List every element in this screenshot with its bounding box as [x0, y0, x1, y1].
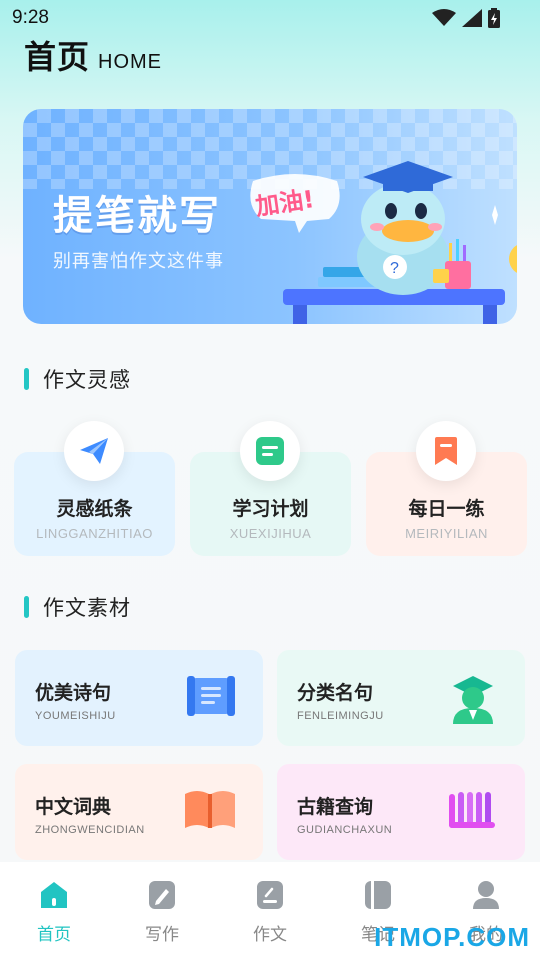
tab-essay[interactable]: 作文: [216, 862, 324, 960]
mascot-illustration: ?: [283, 161, 517, 324]
card-label-xuexijihua: 学习计划: [232, 498, 309, 520]
battery-icon: [488, 8, 500, 28]
status-icons: [432, 8, 500, 28]
tab-label-essay: 作文: [253, 925, 287, 945]
tab-write[interactable]: 写作: [108, 862, 216, 960]
card-youmeishiju[interactable]: 优美诗句 YOUMEISHIJU: [15, 650, 263, 746]
bookmark-icon: [416, 421, 476, 481]
home-icon: [41, 882, 67, 908]
graduate-icon: [453, 676, 493, 724]
page-header: 首页 HOME: [24, 32, 162, 78]
scroll-icon: [187, 676, 235, 716]
card-label-lingganzhitiao: 灵感纸条: [56, 498, 133, 520]
page-subtitle: HOME: [98, 51, 163, 73]
tab-home[interactable]: 首页: [0, 862, 108, 960]
tab-label-write: 写作: [145, 925, 179, 945]
bamboo-slips-icon: [449, 792, 495, 828]
banner-title: 提笔就写: [53, 193, 221, 239]
essay-icon: [257, 881, 283, 909]
section-title-materials: 作文素材: [24, 592, 131, 622]
card-title-youmeishiju: 优美诗句: [35, 682, 112, 704]
section-materials-label: 作文素材: [43, 596, 131, 620]
promo-banner[interactable]: 提笔就写 别再害怕作文这件事 加油! ?: [23, 109, 517, 324]
banner-subtitle: 别再害怕作文这件事: [53, 251, 224, 272]
card-zhongwencidian[interactable]: 中文词典 ZHONGWENCIDIAN: [15, 764, 263, 860]
card-fenleimingju[interactable]: 分类名句 FENLEIMINGJU: [277, 650, 525, 746]
pencil-note-icon: [149, 881, 175, 909]
user-icon: [473, 881, 499, 909]
wifi-icon: [432, 9, 456, 26]
open-book-icon: [185, 791, 235, 828]
card-pinyin-gudianchaxun: GUDIANCHAXUN: [297, 824, 393, 836]
page-title: 首页: [24, 38, 91, 76]
section-inspiration-label: 作文灵感: [43, 368, 131, 392]
card-pinyin-youmeishiju: YOUMEISHIJU: [35, 710, 116, 722]
notebook-icon: [240, 421, 300, 481]
card-pinyin-lingganzhitiao: LINGGANZHITIAO: [36, 526, 153, 541]
card-pinyin-fenleimingju: FENLEIMINGJU: [297, 710, 384, 722]
tab-label-home: 首页: [37, 925, 71, 945]
section-marker: [24, 368, 29, 390]
card-title-fenleimingju: 分类名句: [297, 682, 374, 704]
notebook-tab-icon: [365, 881, 391, 909]
card-label-meiriyilian: 每日一练: [408, 498, 485, 520]
card-title-zhongwencidian: 中文词典: [35, 796, 112, 818]
section-title-inspiration: 作文灵感: [24, 364, 131, 394]
card-gudianchaxun[interactable]: 古籍查询 GUDIANCHAXUN: [277, 764, 525, 860]
svg-text:?: ?: [390, 260, 399, 277]
watermark: ITMOP.COM: [374, 922, 530, 952]
paper-plane-icon: [64, 421, 124, 481]
card-pinyin-zhongwencidian: ZHONGWENCIDIAN: [35, 824, 145, 836]
status-bar: 9:28: [0, 0, 540, 36]
card-title-gudianchaxun: 古籍查询: [297, 796, 374, 818]
section-marker: [24, 596, 29, 618]
card-pinyin-meiriyilian: MEIRIYILIAN: [405, 526, 488, 541]
status-time: 9:28: [12, 7, 49, 28]
signal-icon: [462, 9, 482, 27]
card-pinyin-xuexijihua: XUEXIJIHUA: [229, 526, 312, 541]
